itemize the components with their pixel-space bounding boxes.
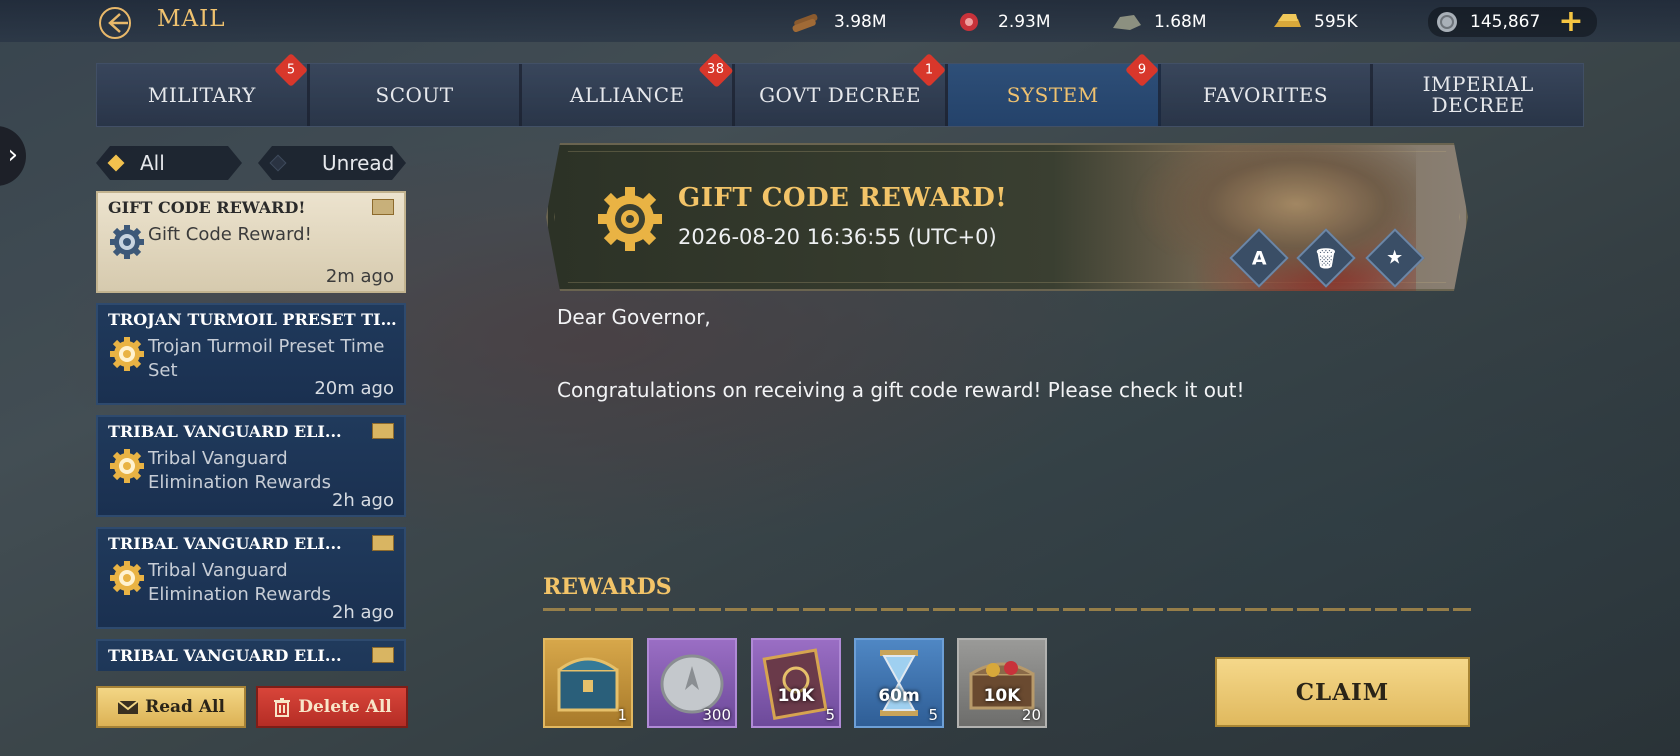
mail-item-title: TRIBAL VANGUARD ELI...: [108, 646, 342, 665]
mail-item-subtitle: Tribal Vanguard Elimination Rewards: [148, 560, 331, 605]
rewards-heading: REWARDS: [543, 574, 672, 600]
envelope-icon: [372, 647, 394, 663]
tab-govt-decree[interactable]: GOVT DECREE 1: [735, 53, 948, 126]
reward-item[interactable]: 1: [543, 638, 633, 728]
resource-value: 3.98M: [834, 12, 887, 32]
mail-item-time: 2h ago: [331, 602, 394, 623]
mail-item-time: 20m ago: [314, 378, 394, 399]
mail-tabs: MILITARY 5 SCOUT ALLIANCE 38 GOVT DECREE 1 …: [96, 52, 1584, 127]
tab-alliance[interactable]: ALLIANCE 38: [522, 52, 736, 126]
resource-food[interactable]: 2.93M: [954, 10, 1051, 34]
gear-icon: [596, 185, 664, 253]
mail-greeting: Dear Governor,: [557, 305, 711, 329]
gold-bar-icon: [1274, 14, 1301, 27]
page-title: MAIL: [157, 6, 226, 32]
mail-list-item[interactable]: TRIBAL VANGUARD ELI... Tribal Vanguard E…: [96, 527, 406, 629]
mail-item-subtitle: Tribal Vanguard Elimination Rewards: [148, 448, 331, 493]
mail-title: GIFT CODE REWARD!: [678, 183, 1008, 213]
tab-favorites[interactable]: FAVORITES: [1160, 64, 1374, 126]
envelope-icon: [372, 535, 394, 551]
mail-item-time: 2m ago: [325, 266, 394, 287]
delete-all-button[interactable]: Delete All: [256, 686, 408, 728]
mail-body: Congratulations on receiving a gift code…: [557, 378, 1245, 402]
resource-value: 1.68M: [1154, 12, 1207, 32]
plus-icon[interactable]: +: [1558, 7, 1583, 37]
unselected-dot-icon: [270, 155, 287, 172]
envelope-icon: [372, 423, 394, 439]
tab-imperial-decree[interactable]: IMPERIAL DECREE: [1373, 64, 1584, 126]
read-all-button[interactable]: Read All: [96, 686, 246, 728]
envelope-icon: [117, 700, 139, 714]
tab-military[interactable]: MILITARY 5: [97, 53, 310, 126]
gear-icon: [110, 449, 144, 483]
reward-item[interactable]: 10K 20: [957, 638, 1047, 728]
tab-system[interactable]: SYSTEM 9: [947, 53, 1161, 126]
reward-item[interactable]: 300: [647, 638, 737, 728]
filter-all[interactable]: All: [96, 146, 242, 180]
resource-value: 2.93M: [998, 12, 1051, 32]
mail-list-item[interactable]: TRIBAL VANGUARD ELI...: [96, 639, 406, 671]
resource-value: 595K: [1314, 12, 1358, 32]
envelope-icon: [372, 199, 394, 215]
reward-item[interactable]: 10K 5: [751, 638, 841, 728]
claim-button[interactable]: CLAIM: [1215, 657, 1470, 727]
wood-icon: [792, 13, 818, 33]
reward-item[interactable]: 60m 5: [854, 638, 944, 728]
mail-list-item[interactable]: TROJAN TURMOIL PRESET TIM... Trojan Turm…: [96, 303, 406, 405]
gear-icon: [110, 561, 144, 595]
silver-coin-icon: [1437, 12, 1457, 32]
resource-gold[interactable]: 595K: [1270, 10, 1358, 34]
mail-list-item[interactable]: TRIBAL VANGUARD ELI... Tribal Vanguard E…: [96, 415, 406, 517]
mail-item-title: TROJAN TURMOIL PRESET TIM...: [108, 310, 398, 329]
gear-icon: [110, 337, 144, 371]
mail-date: 2026-08-20 16:36:55 (UTC+0): [678, 225, 997, 249]
mail-item-subtitle: Trojan Turmoil Preset Time Set: [148, 336, 385, 381]
selected-dot-icon: [108, 155, 125, 172]
resource-stone[interactable]: 1.68M: [1110, 10, 1207, 34]
mail-item-subtitle: Gift Code Reward!: [148, 224, 312, 245]
mail-item-title: TRIBAL VANGUARD ELI...: [108, 422, 342, 441]
mail-item-title: TRIBAL VANGUARD ELI...: [108, 534, 342, 553]
resource-wood[interactable]: 3.98M: [790, 10, 887, 34]
resource-silver[interactable]: 145,867 +: [1428, 7, 1598, 37]
mail-item-time: 2h ago: [331, 490, 394, 511]
tab-scout[interactable]: SCOUT: [309, 64, 523, 126]
mail-list[interactable]: GIFT CODE REWARD! Gift Code Reward! 2m a…: [96, 191, 408, 671]
gear-icon: [110, 225, 144, 259]
filter-unread[interactable]: Unread: [258, 146, 406, 180]
mail-item-title: GIFT CODE REWARD!: [108, 198, 306, 217]
top-bar: MAIL 3.98M 2.93M 1.68M 595K 145,867 +: [0, 0, 1680, 42]
divider: [543, 608, 1471, 611]
stone-icon: [1113, 15, 1141, 30]
mail-header-banner: GIFT CODE REWARD! 2026-08-20 16:36:55 (U…: [546, 143, 1468, 291]
trash-icon: [274, 698, 291, 717]
meat-icon: [960, 13, 978, 31]
mail-list-item[interactable]: GIFT CODE REWARD! Gift Code Reward! 2m a…: [96, 191, 406, 293]
resource-value: 145,867: [1470, 12, 1541, 32]
back-arrow-icon[interactable]: [98, 6, 134, 40]
